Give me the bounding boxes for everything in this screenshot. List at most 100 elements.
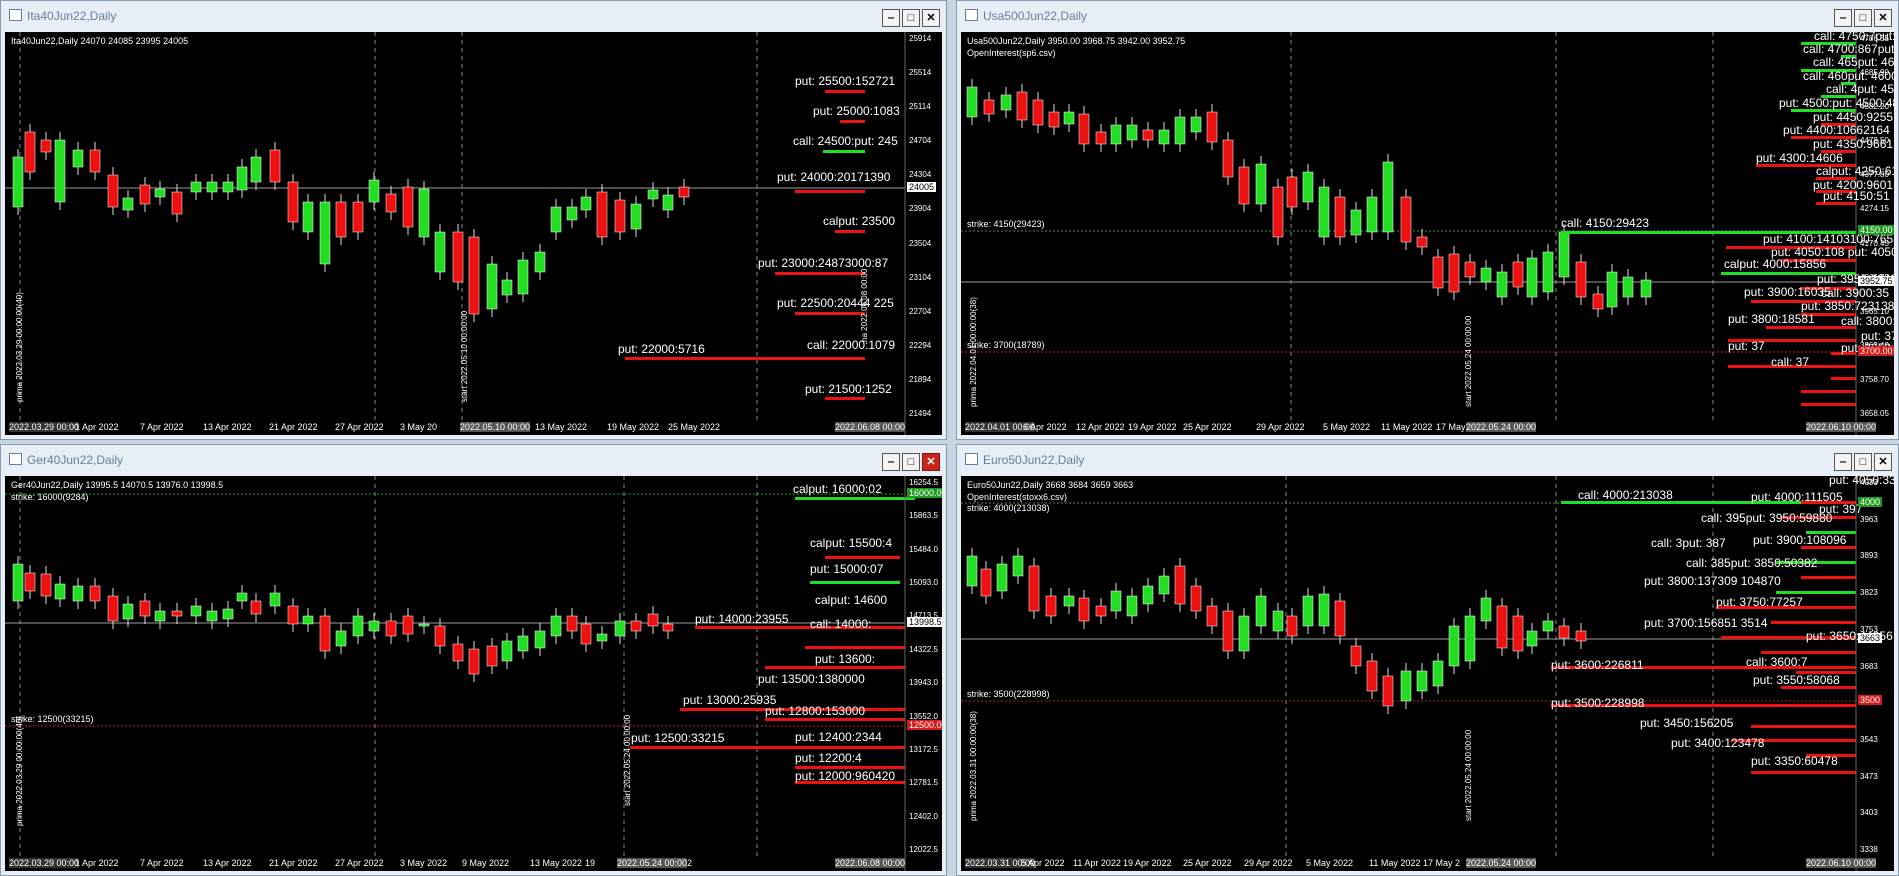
option-label: put: 22000:5716 — [618, 342, 705, 356]
open-interest-bar — [1801, 390, 1856, 393]
candle-down — [983, 99, 995, 115]
time-tick: 29 Apr 2022 — [1244, 858, 1293, 868]
candle-down — [1078, 113, 1090, 145]
candle-down — [1174, 565, 1186, 605]
time-tag-end: 2022.06.10 00:00 — [1806, 858, 1877, 868]
chart-window-ita40[interactable]: Ita40Jun22,Daily ‒ □ ✕ Ita40Jun22,Daily … — [0, 0, 947, 440]
option-label: call: 24500:put: 245 — [793, 134, 898, 148]
minimize-button[interactable]: ‒ — [882, 453, 900, 471]
strike-price-tag: 3700.00 — [1858, 346, 1894, 356]
chart-window-ger40[interactable]: Ger40Jun22,Daily ‒ □ ✕ Ger40Jun22,Daily … — [0, 444, 947, 876]
option-label: call: 3put: 387 — [1651, 536, 1726, 550]
chart-window-euro50[interactable]: Euro50Jun22,Daily ‒ □ ✕ Euro50Jun22,Dail… — [956, 444, 1899, 876]
price-tick: 16254.5 — [909, 478, 938, 487]
chart-plot-area[interactable]: Euro50Jun22,Daily 3668 3684 3659 3663 Op… — [961, 476, 1894, 871]
time-tag-start: 2022.05.24 00:00 — [617, 858, 688, 868]
candlestick-chart — [5, 32, 906, 435]
chart-window-usa500[interactable]: Usa500Jun22,Daily ‒ □ ✕ Usa500Jun22,Dail… — [956, 0, 1899, 440]
candle-down — [468, 236, 480, 315]
maximize-button[interactable]: □ — [1854, 453, 1872, 471]
candle-down — [1016, 91, 1028, 121]
candle-up — [206, 181, 218, 193]
minimize-button[interactable]: ‒ — [1834, 9, 1852, 27]
minimize-button[interactable]: ‒ — [1834, 453, 1852, 471]
candle-down — [402, 615, 414, 635]
price-tick: 4685.90 — [1860, 68, 1889, 78]
candle-down — [1334, 196, 1346, 238]
option-label: call: 465put: 4650 — [1813, 55, 1894, 69]
candle-up — [54, 139, 66, 203]
open-interest-bar — [765, 718, 905, 721]
candlestick-chart — [961, 32, 1857, 435]
option-label: put: 3400:123478 — [1671, 736, 1765, 750]
candle-up — [1318, 186, 1330, 238]
window-titlebar[interactable]: Usa500Jun22,Daily ‒ □ ✕ — [957, 1, 1898, 31]
chart-plot-area[interactable]: Ger40Jun22,Daily 13995.5 14070.5 13976.0… — [5, 476, 942, 871]
time-tick: 6 Apr 2022 — [1023, 422, 1067, 432]
time-tick: 9 May 2022 — [462, 858, 510, 868]
open-interest-bar — [1751, 725, 1856, 728]
close-button[interactable]: ✕ — [1874, 9, 1892, 27]
option-label: call: 3600:7 — [1746, 655, 1808, 669]
candle-up — [122, 603, 134, 620]
maximize-button[interactable]: □ — [902, 453, 920, 471]
chart-window-icon — [965, 9, 978, 21]
candle-down — [1095, 605, 1107, 617]
close-button[interactable]: ✕ — [922, 9, 940, 27]
close-button[interactable]: ✕ — [922, 453, 940, 471]
candle-down — [566, 615, 578, 632]
candle-down — [89, 585, 101, 602]
close-button[interactable]: ✕ — [1874, 453, 1892, 471]
candle-down — [486, 645, 498, 667]
chart-plot-area[interactable]: Ita40Jun22,Daily 24070 24085 23995 24005… — [5, 32, 942, 435]
open-interest-bar — [825, 90, 865, 93]
option-label: call: 4put: 45 — [1826, 82, 1894, 96]
current-price-tag: 3952.75 — [1858, 276, 1894, 286]
option-label: put: 3900:108096 — [1753, 533, 1847, 547]
candle-up — [222, 608, 234, 620]
candle-up — [368, 620, 380, 632]
candle-down — [1350, 645, 1362, 667]
window-titlebar[interactable]: Ita40Jun22,Daily ‒ □ ✕ — [1, 1, 946, 31]
option-label: calput: 16000:02 — [793, 482, 882, 496]
candle-up — [1606, 271, 1618, 308]
time-tick: 7 Apr 2022 — [140, 858, 184, 868]
candle-up — [54, 583, 66, 600]
price-tick: 21894 — [909, 374, 932, 384]
candle-up — [1158, 575, 1170, 595]
maximize-button[interactable]: □ — [902, 9, 920, 27]
time-tick: 19 Apr 2022 — [1123, 858, 1172, 868]
candle-up — [1272, 610, 1284, 632]
vertical-line-label: prima 2022.03.31 00:00:00(38) — [969, 711, 978, 821]
candle-up — [302, 615, 314, 625]
candle-up — [1238, 615, 1250, 652]
option-label: put: 12800:153000 — [765, 704, 866, 718]
candle-up — [1416, 670, 1428, 692]
candle-down — [647, 613, 659, 627]
maximize-button[interactable]: □ — [1854, 9, 1872, 27]
candle-up — [250, 156, 262, 183]
option-label: put: 12500:33215 — [631, 731, 725, 745]
candle-down — [980, 568, 992, 597]
window-titlebar[interactable]: Ger40Jun22,Daily ‒ □ ✕ — [1, 445, 946, 475]
candle-up — [154, 610, 166, 622]
candle-up — [996, 563, 1008, 592]
chart-strike-label: strike: 16000(9284) — [11, 492, 89, 502]
strike-price-tag: 4000 — [1858, 497, 1883, 507]
candle-down — [1558, 625, 1570, 639]
vertical-line-label: start 2022.05.24 00:00:00 — [623, 714, 632, 806]
chart-header: Euro50Jun22,Daily 3668 3684 3659 3663 — [967, 480, 1134, 490]
chart-window-icon — [9, 9, 22, 21]
candle-up — [662, 194, 674, 211]
candle-up — [630, 203, 642, 230]
strike-label: strike: 3500(228998) — [967, 689, 1050, 699]
chart-plot-area[interactable]: Usa500Jun22,Daily 3950.00 3968.75 3942.0… — [961, 32, 1894, 435]
price-tick: 15484.0 — [909, 544, 938, 554]
candle-up — [517, 635, 529, 652]
option-label: put: 14000:23955 — [695, 612, 789, 626]
candle-down — [335, 201, 347, 238]
time-tick: 25 Apr 2022 — [1183, 422, 1232, 432]
minimize-button[interactable]: ‒ — [882, 9, 900, 27]
candle-down — [107, 595, 119, 622]
window-titlebar[interactable]: Euro50Jun22,Daily ‒ □ ✕ — [957, 445, 1898, 475]
